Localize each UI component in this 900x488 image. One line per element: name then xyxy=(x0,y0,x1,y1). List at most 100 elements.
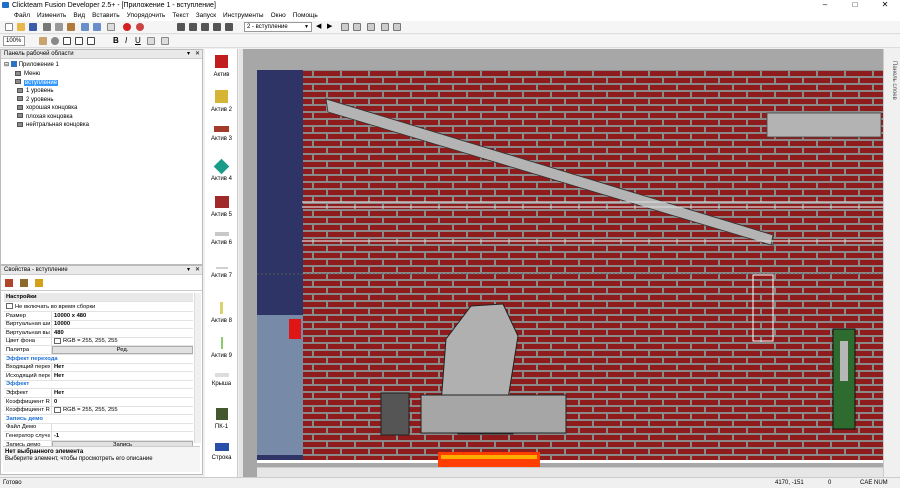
frame-select[interactable]: 2 - вступление ▼ xyxy=(244,22,312,32)
underline-icon[interactable]: U xyxy=(135,36,141,45)
redo-icon[interactable] xyxy=(93,23,101,31)
menu-item[interactable]: Помощь xyxy=(293,12,318,19)
property-value[interactable]: -1 xyxy=(51,432,193,440)
property-value[interactable]: 10000 xyxy=(51,320,193,329)
zoom-in-icon[interactable] xyxy=(51,37,59,45)
runtime-tab-icon[interactable] xyxy=(20,279,28,287)
object-item[interactable]: Актив 4 xyxy=(205,158,238,182)
tree-frame-item[interactable]: 2 уровень xyxy=(17,96,54,104)
color-swatch[interactable] xyxy=(54,406,61,413)
copy-icon[interactable] xyxy=(55,23,63,31)
layers-side-panel[interactable]: Панель слоев xyxy=(883,49,900,477)
frame-editor-icon[interactable] xyxy=(189,23,197,31)
object-item[interactable]: Актив 5 xyxy=(205,194,238,218)
object-properties-icon[interactable] xyxy=(393,23,401,31)
fit-icon[interactable] xyxy=(75,37,83,45)
data-elements-icon[interactable] xyxy=(225,23,233,31)
cut-icon[interactable] xyxy=(43,23,51,31)
object-item[interactable]: Актив 7 xyxy=(205,265,238,279)
stop-icon[interactable] xyxy=(136,23,144,31)
italic-icon[interactable]: I xyxy=(125,36,127,45)
tree-frame-item[interactable]: хорошая концовка xyxy=(17,104,77,112)
undo-icon[interactable] xyxy=(81,23,89,31)
property-button[interactable]: Ред. xyxy=(52,346,193,354)
run-icon[interactable] xyxy=(123,23,131,31)
object-item[interactable]: Актив 9 xyxy=(205,335,238,359)
menu-item[interactable]: Вид xyxy=(73,12,85,19)
menu-item[interactable]: Запуск xyxy=(196,12,216,19)
fullscreen-icon[interactable] xyxy=(87,37,95,45)
display-mode-icon[interactable] xyxy=(381,23,389,31)
property-value[interactable]: 0 xyxy=(51,397,193,406)
property-value[interactable]: RGB = 255, 255, 255 xyxy=(51,337,193,346)
event-editor-icon[interactable] xyxy=(201,23,209,31)
paste-icon[interactable] xyxy=(67,23,75,31)
tree-frame-item[interactable]: нейтральная концовка xyxy=(17,121,89,129)
property-value[interactable] xyxy=(51,423,193,432)
snap-icon[interactable] xyxy=(353,23,361,31)
object-thumbnail-icon xyxy=(215,55,228,68)
object-item[interactable]: Крыша xyxy=(205,371,238,387)
property-value[interactable]: 480 xyxy=(51,328,193,337)
close-icon[interactable]: ✕ xyxy=(195,50,200,59)
tree-frame-item[interactable]: 1 уровень xyxy=(17,87,54,95)
description-title: Нет выбранного элемента xyxy=(5,449,84,455)
menu-item[interactable]: Текст xyxy=(172,12,188,19)
close-button[interactable]: ✕ xyxy=(870,0,900,10)
bold-icon[interactable]: B xyxy=(113,36,119,45)
menu-item[interactable]: Инструменты xyxy=(223,12,264,19)
property-value[interactable]: Нет xyxy=(51,371,193,380)
next-frame-icon[interactable]: ▶ xyxy=(327,22,332,30)
property-value[interactable]: Нет xyxy=(51,363,193,372)
format-toolbar: 100% B I U xyxy=(0,35,900,48)
maximize-button[interactable]: □ xyxy=(840,0,870,10)
save-icon[interactable] xyxy=(29,23,37,31)
open-icon[interactable] xyxy=(17,23,25,31)
select-icon[interactable] xyxy=(63,37,71,45)
about-tab-icon[interactable] xyxy=(35,279,43,287)
object-item[interactable]: Актив 3 xyxy=(205,124,238,142)
font-color-icon[interactable] xyxy=(147,37,155,45)
checkbox[interactable] xyxy=(6,303,13,310)
property-value[interactable]: Нет xyxy=(51,389,193,397)
tree-frame-item[interactable]: вступление xyxy=(15,79,59,87)
property-scrollbar[interactable] xyxy=(194,293,201,443)
tree-frame-item[interactable]: Меню xyxy=(15,70,40,78)
pin-icon[interactable]: ▾ xyxy=(187,50,190,59)
help-icon[interactable] xyxy=(107,23,115,31)
property-value[interactable]: Ред. xyxy=(51,346,193,354)
tree-frame-item[interactable]: плохая концовка xyxy=(17,113,73,121)
property-value[interactable]: 10000 x 480 xyxy=(51,311,193,320)
color-swatch[interactable] xyxy=(54,337,61,344)
horizontal-scrollbar[interactable] xyxy=(257,467,883,477)
align-left-icon[interactable] xyxy=(161,37,169,45)
event-list-icon[interactable] xyxy=(213,23,221,31)
property-value[interactable]: RGB = 255, 255, 255 xyxy=(51,406,193,415)
prev-frame-icon[interactable]: ◀ xyxy=(316,22,321,30)
zoom-select[interactable]: 100% xyxy=(3,36,25,46)
object-item[interactable]: Актив 8 xyxy=(205,300,238,324)
frame-canvas[interactable] xyxy=(243,49,883,477)
object-item[interactable]: Актив 6 xyxy=(205,230,238,246)
collapse-icon[interactable]: ⊟ xyxy=(4,62,11,68)
tree-root[interactable]: ⊟ Приложение 1 xyxy=(4,61,59,69)
menu-item[interactable]: Изменить xyxy=(37,12,66,19)
menu-item[interactable]: Файл xyxy=(14,12,30,19)
layer-icon[interactable] xyxy=(367,23,375,31)
settings-tab-icon[interactable] xyxy=(5,279,13,287)
object-item[interactable]: Актив xyxy=(205,53,238,78)
menu-item[interactable]: Вставить xyxy=(92,12,120,19)
object-item[interactable]: Актив 2 xyxy=(205,88,238,113)
storyboard-icon[interactable] xyxy=(177,23,185,31)
menu-item[interactable]: Окно xyxy=(271,12,286,19)
menu-item[interactable]: Упорядочить xyxy=(127,12,166,19)
pin-icon[interactable]: ▾ xyxy=(187,266,190,275)
minimize-button[interactable]: – xyxy=(810,0,840,10)
grid-icon[interactable] xyxy=(341,23,349,31)
object-item[interactable]: ПК-1 xyxy=(205,406,238,430)
hand-icon[interactable] xyxy=(39,37,47,45)
object-label: Актив 9 xyxy=(211,353,232,360)
object-item[interactable]: Строка xyxy=(205,441,238,461)
new-icon[interactable] xyxy=(5,23,13,31)
close-icon[interactable]: ✕ xyxy=(195,266,200,275)
